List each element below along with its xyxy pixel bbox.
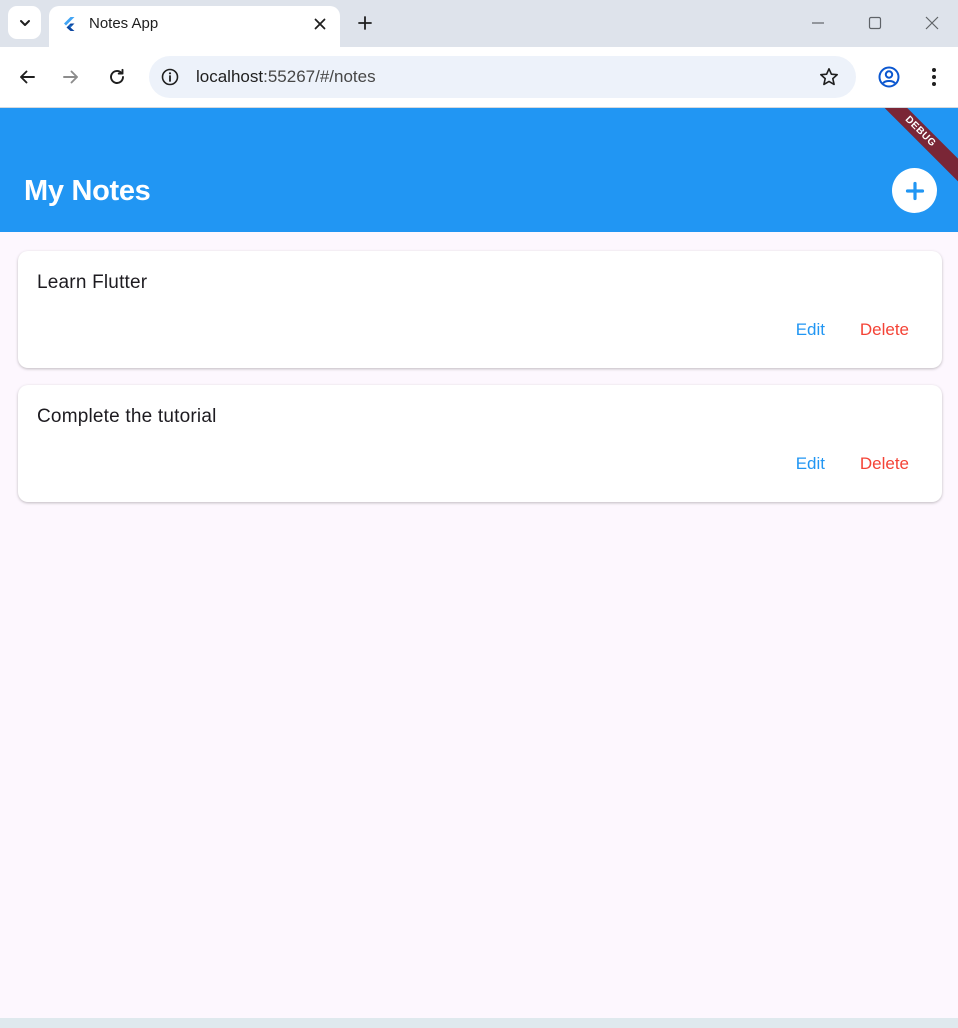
- app-bar: My Notes DEBUG: [0, 108, 958, 232]
- tab-search-button[interactable]: [8, 6, 41, 39]
- note-card: Learn Flutter Edit Delete: [18, 251, 942, 368]
- address-bar[interactable]: localhost:55267/#/notes: [149, 56, 856, 98]
- delete-note-button[interactable]: Delete: [860, 320, 909, 340]
- maximize-icon: [868, 16, 882, 30]
- tab-title: Notes App: [89, 15, 159, 32]
- minimize-icon: [812, 22, 824, 24]
- window-bottom-edge: [0, 1018, 958, 1028]
- reload-button[interactable]: [101, 61, 133, 93]
- edit-note-button[interactable]: Edit: [796, 454, 825, 474]
- delete-note-button[interactable]: Delete: [860, 454, 909, 474]
- note-title: Learn Flutter: [37, 272, 148, 293]
- maximize-button[interactable]: [855, 8, 895, 38]
- window-close-button[interactable]: [912, 8, 952, 38]
- page-title: My Notes: [24, 175, 151, 207]
- plus-icon: [905, 181, 924, 200]
- url-host: localhost: [196, 67, 264, 86]
- account-icon: [878, 66, 900, 88]
- chevron-down-icon: [19, 19, 30, 26]
- bookmark-button[interactable]: [818, 66, 840, 88]
- minimize-button[interactable]: [798, 8, 838, 38]
- star-icon: [820, 68, 838, 86]
- arrow-left-icon: [20, 70, 35, 84]
- close-icon: [925, 16, 939, 30]
- tab-close-button[interactable]: [312, 16, 328, 32]
- note-card: Complete the tutorial Edit Delete: [18, 385, 942, 502]
- plus-icon: [358, 16, 372, 30]
- flutter-icon: [64, 17, 75, 31]
- site-info-button[interactable]: [159, 66, 181, 88]
- profile-button[interactable]: [873, 61, 905, 93]
- browser-toolbar: localhost:55267/#/notes: [0, 47, 958, 108]
- new-tab-button[interactable]: [350, 8, 380, 38]
- add-note-button[interactable]: [892, 168, 937, 213]
- edit-note-button[interactable]: Edit: [796, 320, 825, 340]
- url-path: :55267/#/notes: [263, 67, 376, 86]
- info-icon: [161, 68, 179, 86]
- arrow-right-icon: [63, 70, 78, 84]
- app-viewport: My Notes DEBUG Learn Flutter Edit Delete…: [0, 108, 958, 1018]
- browser-tab[interactable]: Notes App: [49, 6, 340, 47]
- more-vert-icon: [932, 68, 936, 86]
- menu-button[interactable]: [918, 61, 950, 93]
- reload-icon: [110, 68, 124, 84]
- url-text: localhost:55267/#/notes: [196, 67, 376, 87]
- tab-strip: Notes App: [0, 0, 958, 47]
- forward-button[interactable]: [55, 61, 87, 93]
- close-icon: [314, 18, 326, 30]
- note-title: Complete the tutorial: [37, 406, 217, 427]
- back-button[interactable]: [11, 61, 43, 93]
